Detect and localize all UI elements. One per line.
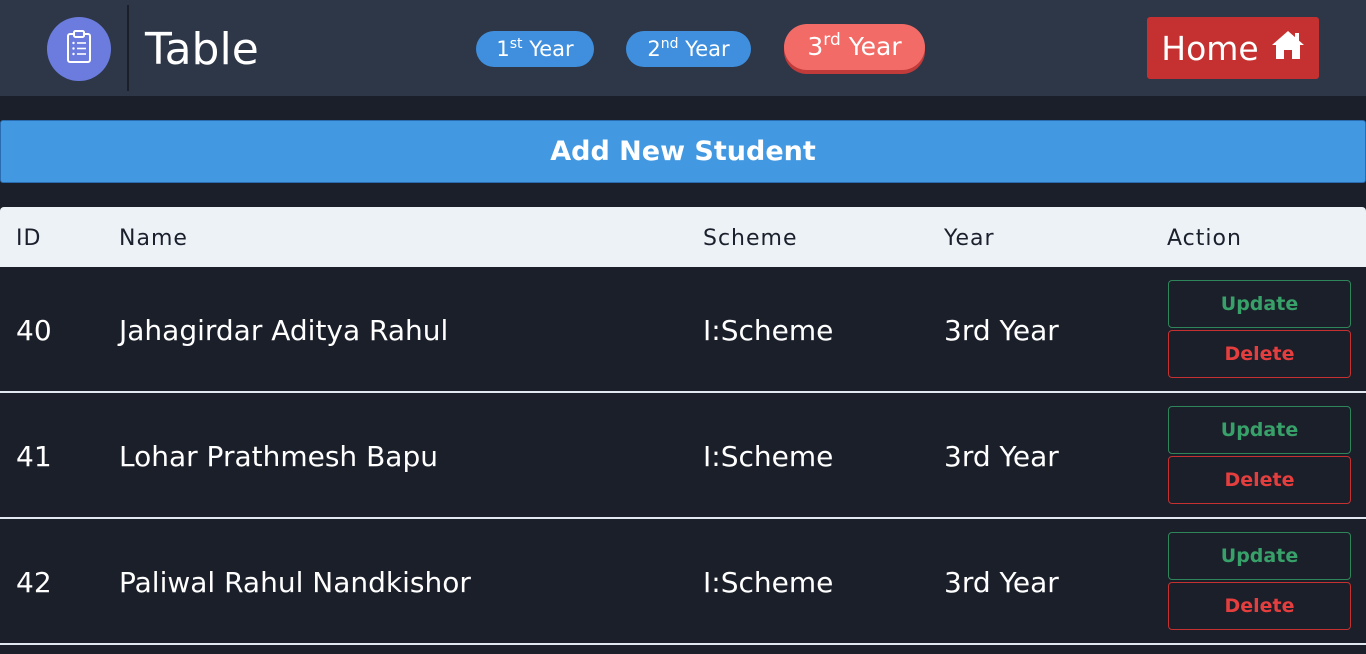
tab-year-label: Year bbox=[685, 37, 730, 61]
update-button[interactable]: Update bbox=[1168, 280, 1351, 328]
cell-id: 42 bbox=[16, 566, 52, 599]
delete-button[interactable]: Delete bbox=[1168, 582, 1351, 630]
cell-scheme: I:Scheme bbox=[703, 440, 834, 473]
home-button-label: Home bbox=[1161, 28, 1259, 68]
brand-divider bbox=[127, 5, 129, 91]
tab-year-label: Year bbox=[848, 32, 902, 61]
table-row: 41 Lohar Prathmesh Bapu I:Scheme 3rd Yea… bbox=[0, 393, 1366, 519]
cell-year: 3rd Year bbox=[944, 566, 1059, 599]
column-header-scheme: Scheme bbox=[703, 226, 798, 251]
cell-year: 3rd Year bbox=[944, 314, 1059, 347]
tab-year-label: Year bbox=[529, 37, 574, 61]
cell-name: Lohar Prathmesh Bapu bbox=[119, 440, 438, 473]
tab-year-number: 1 bbox=[496, 37, 510, 61]
tab-1st-year[interactable]: 1st Year bbox=[476, 31, 594, 67]
update-button[interactable]: Update bbox=[1168, 532, 1351, 580]
table-row: 42 Paliwal Rahul Nandkishor I:Scheme 3rd… bbox=[0, 519, 1366, 645]
tab-year-suffix: rd bbox=[823, 30, 841, 50]
delete-button[interactable]: Delete bbox=[1168, 456, 1351, 504]
tab-year-suffix: st bbox=[509, 36, 523, 52]
page-title: Table bbox=[145, 24, 259, 75]
top-navbar: Table 1st Year 2nd Year 3rd Year Home bbox=[0, 0, 1366, 96]
cell-id: 41 bbox=[16, 440, 52, 473]
column-header-year: Year bbox=[944, 226, 995, 251]
table-header: ID Name Scheme Year Action bbox=[0, 207, 1366, 267]
tab-year-number: 3 bbox=[807, 32, 824, 61]
cell-name: Jahagirdar Aditya Rahul bbox=[119, 314, 449, 347]
add-new-student-button[interactable]: Add New Student bbox=[0, 120, 1366, 183]
column-header-action: Action bbox=[1167, 226, 1242, 251]
home-button[interactable]: Home bbox=[1147, 17, 1319, 79]
cell-name: Paliwal Rahul Nandkishor bbox=[119, 566, 471, 599]
cell-year: 3rd Year bbox=[944, 440, 1059, 473]
cell-id: 40 bbox=[16, 314, 52, 347]
column-header-id: ID bbox=[16, 226, 42, 251]
tab-3rd-year[interactable]: 3rd Year bbox=[784, 24, 925, 70]
tab-2nd-year[interactable]: 2nd Year bbox=[626, 31, 751, 67]
delete-button[interactable]: Delete bbox=[1168, 330, 1351, 378]
update-button[interactable]: Update bbox=[1168, 406, 1351, 454]
cell-scheme: I:Scheme bbox=[703, 566, 834, 599]
home-icon bbox=[1271, 29, 1305, 68]
cell-scheme: I:Scheme bbox=[703, 314, 834, 347]
clipboard-list-icon bbox=[66, 30, 92, 68]
tab-year-number: 2 bbox=[647, 37, 661, 61]
column-header-name: Name bbox=[119, 226, 188, 251]
brand-logo bbox=[47, 17, 111, 81]
table-row: 40 Jahagirdar Aditya Rahul I:Scheme 3rd … bbox=[0, 267, 1366, 393]
tab-year-suffix: nd bbox=[660, 36, 679, 52]
